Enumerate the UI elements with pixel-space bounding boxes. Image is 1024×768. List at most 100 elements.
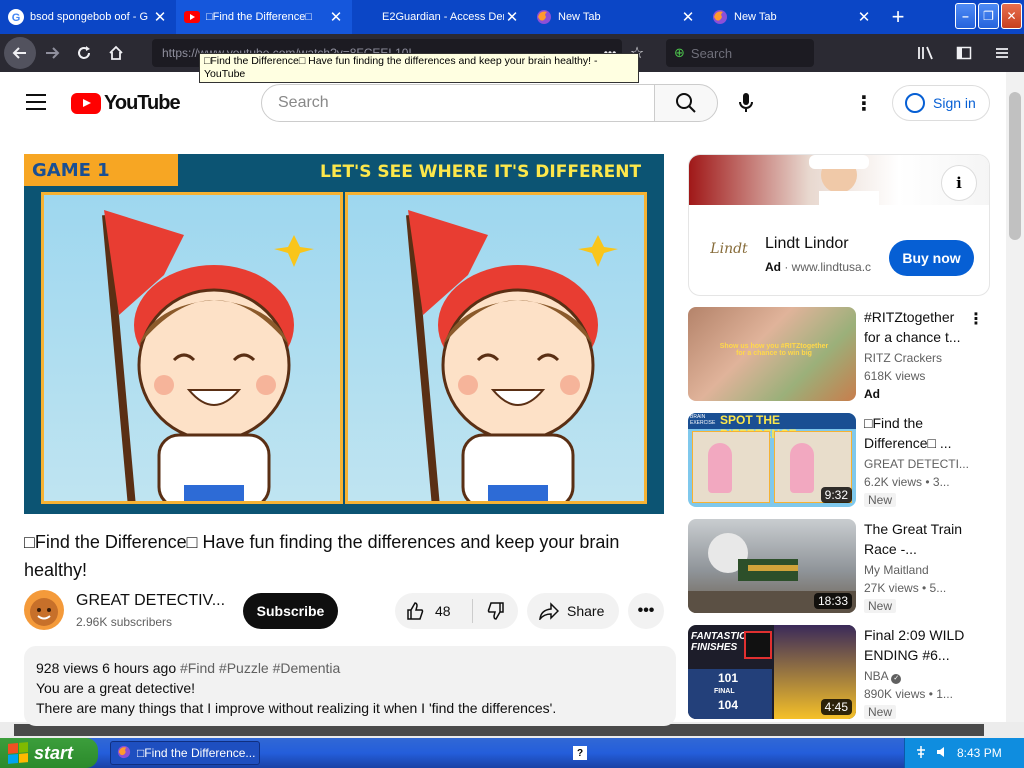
ad-meta: Ad · www.lindtusa.c bbox=[765, 260, 872, 274]
browser-tab-active[interactable]: □Find the Difference□ ✕ bbox=[176, 0, 352, 34]
recommendation-channel: GREAT DETECTI... bbox=[864, 457, 969, 471]
browser-tab[interactable]: E2Guardian - Access Denied ✕ bbox=[352, 0, 528, 34]
video-thumbnail[interactable]: 18:33 bbox=[688, 519, 856, 613]
channel-avatar[interactable] bbox=[24, 590, 64, 630]
upload-date: 6 hours ago bbox=[102, 660, 177, 676]
ad-banner-image: i bbox=[689, 155, 989, 205]
forward-button[interactable] bbox=[36, 37, 68, 69]
youtube-logo[interactable]: YouTube bbox=[71, 92, 181, 115]
firefox-icon bbox=[712, 9, 728, 25]
like-count: 48 bbox=[435, 603, 451, 619]
youtube-search-input[interactable]: Search bbox=[261, 84, 655, 122]
browser-search-input[interactable]: ⊕ Search bbox=[666, 39, 814, 67]
menu-icon[interactable] bbox=[986, 37, 1018, 69]
minimize-button[interactable]: – bbox=[955, 3, 976, 29]
browser-tab[interactable]: New Tab ✕ bbox=[704, 0, 880, 34]
recommendation-title[interactable]: The Great Train Race -... bbox=[864, 519, 968, 559]
new-tab-button[interactable]: + bbox=[880, 0, 916, 34]
reload-button[interactable] bbox=[68, 37, 100, 69]
back-button[interactable] bbox=[4, 37, 36, 69]
youtube-icon bbox=[184, 9, 200, 25]
like-button[interactable]: 48 bbox=[395, 599, 473, 623]
description-box[interactable]: 928 views 6 hours ago #Find #Puzzle #Dem… bbox=[24, 646, 676, 726]
help-icon[interactable]: ? bbox=[573, 746, 587, 760]
close-tab-icon[interactable]: ✕ bbox=[504, 8, 520, 26]
puzzle-image-left bbox=[41, 192, 343, 504]
info-icon[interactable]: i bbox=[941, 165, 977, 201]
recommendation-item[interactable]: Show us how you #RITZtogether for a chan… bbox=[688, 307, 990, 401]
youtube-play-icon bbox=[71, 93, 101, 114]
video-thumbnail[interactable]: FANTASTIC FINISHES 101 FINAL 104 4:45 bbox=[688, 625, 856, 719]
settings-more-icon[interactable]: ⋮ bbox=[852, 90, 876, 116]
like-dislike-group: 48 bbox=[395, 593, 518, 629]
buy-now-button[interactable]: Buy now bbox=[889, 240, 974, 276]
library-icon[interactable] bbox=[910, 37, 942, 69]
tab-title: □Find the Difference□ bbox=[206, 11, 313, 23]
start-button[interactable]: start bbox=[0, 738, 98, 768]
firefox-icon bbox=[117, 745, 131, 762]
hashtags[interactable]: #Find #Puzzle #Dementia bbox=[180, 660, 340, 676]
vertical-scrollbar[interactable] bbox=[1006, 72, 1024, 722]
hamburger-menu-icon[interactable] bbox=[26, 94, 46, 110]
video-duration: 18:33 bbox=[813, 593, 852, 609]
more-actions-button[interactable]: ••• bbox=[628, 593, 664, 629]
video-player[interactable]: GAME 1 LET'S SEE WHERE IT'S DIFFERENT bbox=[24, 154, 664, 514]
video-thumbnail[interactable]: Show us how you #RITZtogether for a chan… bbox=[688, 307, 856, 401]
recommendation-views: 6.2K views • 3... bbox=[864, 475, 950, 489]
video-thumbnail[interactable]: BRAIN EXERCISE SPOT THE DIFFERENCE 9:32 bbox=[688, 413, 856, 507]
recommendation-item[interactable]: BRAIN EXERCISE SPOT THE DIFFERENCE 9:32 … bbox=[688, 413, 990, 507]
close-tab-icon[interactable]: ✕ bbox=[328, 8, 344, 26]
recommendation-views: 618K views bbox=[864, 369, 926, 383]
video-title: □Find the Difference□ Have fun finding t… bbox=[24, 532, 620, 580]
share-button[interactable]: Share bbox=[527, 593, 619, 629]
close-window-button[interactable]: ✕ bbox=[1001, 3, 1022, 29]
description-line: There are many things that I improve wit… bbox=[36, 700, 557, 716]
browser-tab[interactable]: New Tab ✕ bbox=[528, 0, 704, 34]
search-button[interactable] bbox=[654, 84, 718, 122]
restore-button[interactable]: ❐ bbox=[978, 3, 999, 29]
channel-name[interactable]: GREAT DETECTIV... bbox=[76, 592, 226, 610]
system-tray: 8:43 PM bbox=[904, 738, 1024, 768]
description-line: You are a great detective! bbox=[36, 680, 196, 696]
volume-icon[interactable] bbox=[935, 745, 949, 762]
recommendation-channel: My Maitland bbox=[864, 563, 929, 577]
svg-text:G: G bbox=[12, 12, 21, 24]
sign-in-button[interactable]: Sign in bbox=[892, 85, 990, 121]
windows-taskbar: start □Find the Difference... ? 8:43 PM bbox=[0, 738, 1024, 768]
tab-title: bsod spongebob oof - G bbox=[30, 11, 149, 23]
puzzle-image-right bbox=[345, 192, 647, 504]
windows-logo-icon bbox=[8, 742, 28, 764]
tab-title: New Tab bbox=[558, 11, 601, 23]
close-tab-icon[interactable]: ✕ bbox=[152, 8, 168, 26]
network-icon[interactable] bbox=[915, 745, 927, 762]
game-label: GAME 1 bbox=[24, 154, 178, 186]
close-tab-icon[interactable]: ✕ bbox=[680, 8, 696, 26]
recommendation-item[interactable]: 18:33 The Great Train Race -... My Maitl… bbox=[688, 519, 990, 613]
close-tab-icon[interactable]: ✕ bbox=[856, 8, 872, 26]
recommendation-title[interactable]: □Find the Difference□ ... bbox=[864, 413, 968, 453]
recommendation-views: 27K views • 5... bbox=[864, 581, 947, 595]
lindt-logo: Lindt bbox=[710, 241, 748, 257]
tab-tooltip: □Find the Difference□ Have fun finding t… bbox=[199, 53, 639, 83]
recommendation-title[interactable]: #RITZtogether for a chance t... bbox=[864, 307, 968, 347]
recommendation-channel: NBA ✓ bbox=[864, 669, 974, 684]
home-button[interactable] bbox=[100, 37, 132, 69]
browser-tab[interactable]: G bsod spongebob oof - G ✕ bbox=[0, 0, 176, 34]
taskbar-window-button[interactable]: □Find the Difference... bbox=[110, 741, 260, 765]
dislike-button[interactable] bbox=[473, 601, 518, 621]
microphone-icon[interactable] bbox=[733, 90, 759, 116]
ad-card[interactable]: i Lindt Lindt Lindor Ad · www.lindtusa.c… bbox=[688, 154, 990, 296]
sidebar-icon[interactable] bbox=[948, 37, 980, 69]
video-duration: 4:45 bbox=[820, 699, 852, 715]
thumbs-up-icon bbox=[407, 602, 424, 620]
browser-tab-strip: G bsod spongebob oof - G ✕ □Find the Dif… bbox=[0, 0, 1024, 34]
subscribe-button[interactable]: Subscribe bbox=[243, 593, 338, 629]
share-icon bbox=[539, 602, 559, 620]
verified-icon: ✓ bbox=[891, 674, 902, 684]
thumbs-down-icon bbox=[487, 602, 504, 620]
recommendation-title[interactable]: Final 2:09 WILD ENDING #6... bbox=[864, 625, 968, 665]
recommendation-item[interactable]: FANTASTIC FINISHES 101 FINAL 104 4:45 Fi… bbox=[688, 625, 990, 719]
account-icon bbox=[905, 93, 925, 113]
clock[interactable]: 8:43 PM bbox=[957, 746, 1002, 760]
more-options-icon[interactable]: ⋮ bbox=[968, 309, 984, 329]
